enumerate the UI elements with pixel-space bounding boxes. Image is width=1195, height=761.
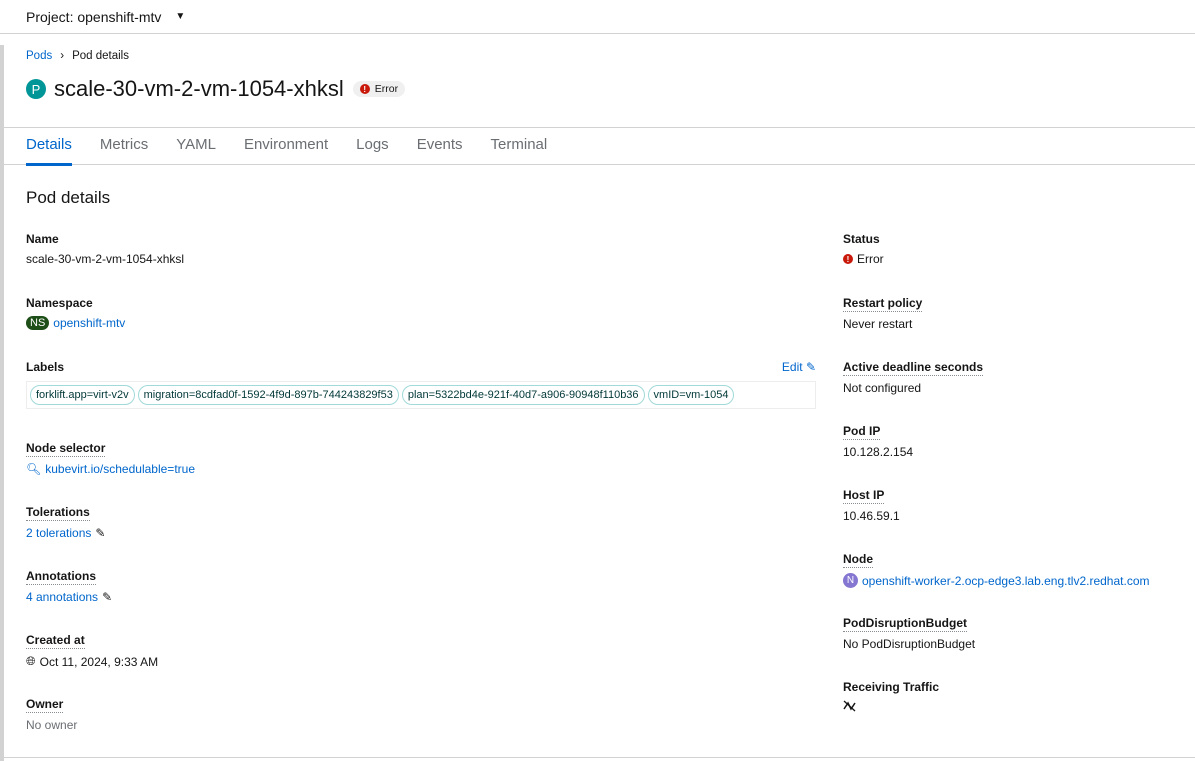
name-label: Name (26, 232, 59, 246)
pdb-label: PodDisruptionBudget (843, 616, 967, 632)
breadcrumb-current: Pod details (72, 50, 129, 62)
label-chip[interactable]: migration=8cdfad0f-1592-4f9d-897b-744243… (137, 385, 399, 405)
status-badge: ! Error (352, 81, 406, 97)
name-value: scale-30-vm-2-vm-1054-xhksl (26, 252, 185, 266)
tab-events[interactable]: Events (417, 128, 463, 165)
status-text: Error (374, 83, 399, 95)
label-chip[interactable]: forklift.app=virt-v2v (30, 385, 135, 405)
node-badge: N (843, 573, 858, 588)
deadline-value: Not configured (843, 381, 922, 395)
namespace-label: Namespace (26, 296, 93, 310)
created-value: Oct 11, 2024, 9:33 AM (39, 654, 159, 669)
pencil-icon: ✎ (805, 360, 816, 374)
namespace-badge: NS (26, 316, 50, 330)
right-column: Status! Error Restart policy Never restart… (843, 232, 1183, 744)
annotations-link[interactable]: 4 annotations (26, 590, 98, 604)
edit-labels-button[interactable]: Edit ✎ (782, 360, 816, 374)
deadline-label: Active deadline seconds (843, 360, 984, 376)
node-selector-label: Node selector (26, 441, 106, 457)
tab-bar: Details Metrics YAML Environment Logs Ev… (0, 127, 1195, 166)
edit-text: Edit (781, 360, 803, 374)
left-column: Name scale-30-vm-2-vm-1054-xhksl Namespac… (26, 232, 816, 761)
breadcrumb: Pods › Pod details (26, 50, 129, 62)
tab-logs[interactable]: Logs (356, 128, 389, 165)
not-receiving-traffic-icon (843, 700, 856, 712)
divider (0, 757, 1195, 758)
label-chip[interactable]: vmID=vm-1054 (647, 385, 735, 405)
label-chip[interactable]: plan=5322bd4e-921f-40d7-a906-90948f110b3… (401, 385, 645, 405)
tolerations-link[interactable]: 2 tolerations (26, 526, 91, 540)
node-label: Node (843, 552, 873, 568)
tab-environment[interactable]: Environment (244, 128, 328, 165)
status-label: Status (843, 232, 880, 246)
page-title: P scale-30-vm-2-vm-1054-xhksl ! Error (26, 76, 406, 102)
pencil-icon[interactable]: ✎ (95, 526, 105, 540)
search-icon: 🔍︎ (26, 462, 42, 476)
chevron-right-icon: › (60, 50, 65, 62)
annotations-label: Annotations (26, 569, 96, 585)
host-ip-value: 10.46.59.1 (843, 509, 900, 523)
pod-ip-value: 10.128.2.154 (843, 445, 914, 459)
node-selector-link[interactable]: kubevirt.io/schedulable=true (45, 462, 195, 476)
globe-icon: 🌐︎ (26, 654, 36, 668)
owner-label: Owner (26, 697, 64, 713)
status-value: Error (857, 252, 884, 266)
tab-terminal[interactable]: Terminal (491, 128, 548, 165)
project-selector[interactable]: Project: openshift-mtv ▼ (0, 0, 1195, 34)
pdb-value: No PodDisruptionBudget (843, 637, 976, 651)
node-link[interactable]: openshift-worker-2.ocp-edge3.lab.eng.tlv… (862, 574, 1150, 588)
labels-list: forklift.app=virt-v2v migration=8cdfad0f… (26, 381, 816, 409)
breadcrumb-pods-link[interactable]: Pods (26, 50, 52, 62)
error-icon: ! (359, 84, 370, 94)
restart-policy-label: Restart policy (843, 296, 923, 312)
tolerations-label: Tolerations (26, 505, 90, 521)
error-icon: ! (843, 254, 853, 264)
pod-ip-label: Pod IP (843, 424, 881, 440)
labels-label: Labels (26, 360, 65, 374)
namespace-link[interactable]: openshift-mtv (53, 316, 125, 330)
section-title: Pod details (26, 188, 111, 207)
traffic-label: Receiving Traffic (843, 680, 940, 694)
caret-down-icon: ▼ (175, 11, 186, 22)
created-label: Created at (26, 633, 85, 649)
host-ip-label: Host IP (843, 488, 885, 504)
tab-yaml[interactable]: YAML (176, 128, 216, 165)
tab-metrics[interactable]: Metrics (100, 128, 148, 165)
pencil-icon[interactable]: ✎ (102, 590, 112, 604)
pod-name-title: scale-30-vm-2-vm-1054-xhksl (54, 76, 344, 101)
owner-value: No owner (26, 718, 78, 732)
tab-details[interactable]: Details (26, 128, 72, 166)
project-label: Project: openshift-mtv (26, 8, 162, 25)
pod-badge: P (26, 79, 46, 99)
restart-policy-value: Never restart (843, 317, 913, 331)
